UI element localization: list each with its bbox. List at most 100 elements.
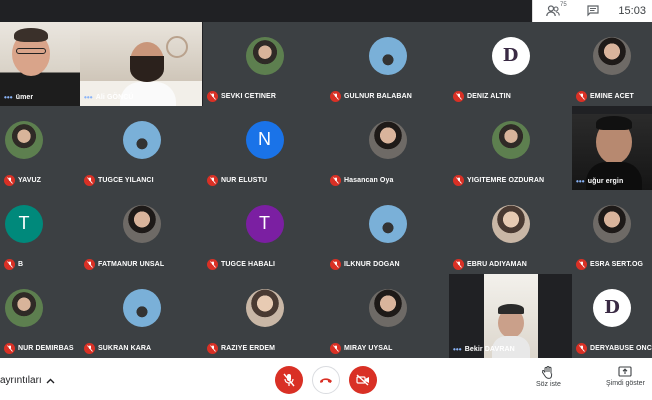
avatar <box>368 288 407 327</box>
mic-muted-icon <box>207 175 218 186</box>
participant-name-row: DERYABUSE ONCE <box>576 343 652 354</box>
participant-tile-sukran-kara[interactable]: SUKRAN KARA <box>80 274 203 358</box>
participant-name-row: SUKRAN KARA <box>84 343 151 354</box>
participant-tile-emine-acet[interactable]: EMINE ACET <box>572 22 652 106</box>
participant-tile-tugce-habali[interactable]: T TUGCE HABALI <box>203 190 326 274</box>
participant-tile-mer[interactable]: ••• ümer <box>0 22 80 106</box>
participant-tile-ilknur-dogan[interactable]: ILKNUR DOGAN <box>326 190 449 274</box>
participant-name: MIRAY UYSAL <box>344 345 393 352</box>
avatar <box>245 36 284 75</box>
participant-name: YAVUZ <box>18 177 42 184</box>
mic-muted-icon <box>330 91 341 102</box>
participant-tile-b[interactable]: TB <box>0 190 80 274</box>
participant-count: 75 <box>559 2 567 8</box>
people-icon <box>546 5 560 17</box>
participant-name-row: YAVUZ <box>4 175 41 186</box>
participant-name: FATMANUR UNSAL <box>98 261 165 268</box>
mic-muted-icon <box>84 343 95 354</box>
participant-tile-yigitemre-ozduran[interactable]: YIGITEMRE OZDURAN <box>449 106 572 190</box>
mic-muted-icon <box>207 343 218 354</box>
speaking-indicator-icon: ••• <box>453 345 462 354</box>
participant-name-row: ••• Bekir DAVRAN <box>453 345 515 354</box>
participant-name: NUR DEMIRBAS <box>18 345 74 352</box>
participant-tile-sevki-cetiner[interactable]: SEVKI CETINER <box>203 22 326 106</box>
avatar <box>368 204 407 243</box>
participant-name-row: B <box>4 259 23 270</box>
participant-name: Bekir DAVRAN <box>464 346 515 353</box>
participant-name: EMINE ACET <box>590 93 634 100</box>
participant-name-row: ••• ümer <box>4 93 33 102</box>
participant-name: RAZIYE ERDEM <box>221 345 276 352</box>
participant-name-row: NUR ELUSTU <box>207 175 267 186</box>
avatar <box>5 288 43 327</box>
participant-name-row: TUGCE YILANCI <box>84 175 154 186</box>
participant-tile-deniz-altin[interactable]: D DENIZ ALTIN <box>449 22 572 106</box>
avatar <box>122 120 161 159</box>
camera-toggle-button[interactable] <box>349 366 377 394</box>
participant-name-row: ESRA SERT.OG <box>576 259 643 270</box>
participant-name: B <box>18 261 24 268</box>
mic-off-icon <box>283 373 295 387</box>
meeting-details-label: ayrıntıları <box>0 375 42 386</box>
participant-name: EBRU ADIYAMAN <box>467 261 527 268</box>
present-now-label: Şimdi göster <box>606 380 645 387</box>
mic-muted-icon <box>330 343 341 354</box>
participant-tile-raziye-erdem[interactable]: RAZIYE ERDEM <box>203 274 326 358</box>
mic-muted-icon <box>576 343 587 354</box>
mic-muted-icon <box>453 259 464 270</box>
participant-tile-esra-sert-og[interactable]: ESRA SERT.OG <box>572 190 652 274</box>
avatar <box>491 120 530 159</box>
participant-tile-hasancan-oya[interactable]: Hasancan Oya <box>326 106 449 190</box>
participant-tile-ali-g-nc[interactable]: ••• Ali GÖNCÜ <box>80 22 203 106</box>
participant-name-row: SEVKI CETINER <box>207 91 276 102</box>
participant-name-row: ••• Ali GÖNCÜ <box>84 93 134 102</box>
mic-muted-icon <box>330 175 341 186</box>
mic-toggle-button[interactable] <box>275 366 303 394</box>
mic-muted-icon <box>576 91 587 102</box>
avatar <box>122 204 161 243</box>
participant-tile-nur-elustu[interactable]: N NUR ELUSTU <box>203 106 326 190</box>
participant-tile-yavuz[interactable]: YAVUZ <box>0 106 80 190</box>
participant-tile-miray-uysal[interactable]: MIRAY UYSAL <box>326 274 449 358</box>
participant-name: GULNUR BALABAN <box>344 93 412 100</box>
present-now-button[interactable]: Şimdi göster <box>606 366 645 387</box>
speaking-indicator-icon: ••• <box>4 93 13 102</box>
participant-name: DENIZ ALTIN <box>467 93 511 100</box>
participant-name-row: EMINE ACET <box>576 91 634 102</box>
participant-name: NUR ELUSTU <box>221 177 268 184</box>
participant-tile-tugce-yilanci[interactable]: TUGCE YILANCI <box>80 106 203 190</box>
speaking-indicator-icon: ••• <box>84 93 93 102</box>
participant-name: YIGITEMRE OZDURAN <box>467 177 545 184</box>
participant-tile-u-ur-ergin[interactable]: ••• uğur ergin <box>572 106 652 190</box>
participants-button[interactable]: 75 <box>533 0 573 22</box>
avatar: N <box>245 120 284 159</box>
raise-hand-button[interactable]: Söz iste <box>536 366 561 388</box>
chat-icon <box>586 5 599 17</box>
avatar <box>245 288 284 327</box>
mic-muted-icon <box>207 91 218 102</box>
avatar: D <box>491 36 530 75</box>
chat-button[interactable] <box>573 0 613 22</box>
participant-name: ümer <box>15 94 34 101</box>
participant-tile-ebru-adiyaman[interactable]: EBRU ADIYAMAN <box>449 190 572 274</box>
avatar <box>593 204 631 243</box>
mic-muted-icon <box>330 259 341 270</box>
participant-tile-deryabuse-once[interactable]: D DERYABUSE ONCE <box>572 274 652 358</box>
hangup-icon <box>320 378 332 383</box>
participant-name-row: ••• uğur ergin <box>576 177 623 186</box>
participant-name-row: DENIZ ALTIN <box>453 91 511 102</box>
avatar <box>491 204 530 243</box>
bottom-bar: ayrıntıları Söz iste Şimdi göster <box>0 358 652 400</box>
mic-muted-icon <box>453 91 464 102</box>
participant-tile-nur-demirbas[interactable]: NUR DEMIRBAS <box>0 274 80 358</box>
participant-tile-bekir-davran[interactable]: ••• Bekir DAVRAN <box>449 274 572 358</box>
participant-tile-fatmanur-unsal[interactable]: FATMANUR UNSAL <box>80 190 203 274</box>
participant-name-row: YIGITEMRE OZDURAN <box>453 175 544 186</box>
participant-name-row: FATMANUR UNSAL <box>84 259 164 270</box>
participant-tile-gulnur-balaban[interactable]: GULNUR BALABAN <box>326 22 449 106</box>
leave-call-button[interactable] <box>312 366 340 394</box>
speaking-indicator-icon: ••• <box>576 177 585 186</box>
meeting-details-toggle[interactable]: ayrıntıları <box>0 375 55 386</box>
participant-name-row: EBRU ADIYAMAN <box>453 259 527 270</box>
avatar: T <box>5 204 43 243</box>
